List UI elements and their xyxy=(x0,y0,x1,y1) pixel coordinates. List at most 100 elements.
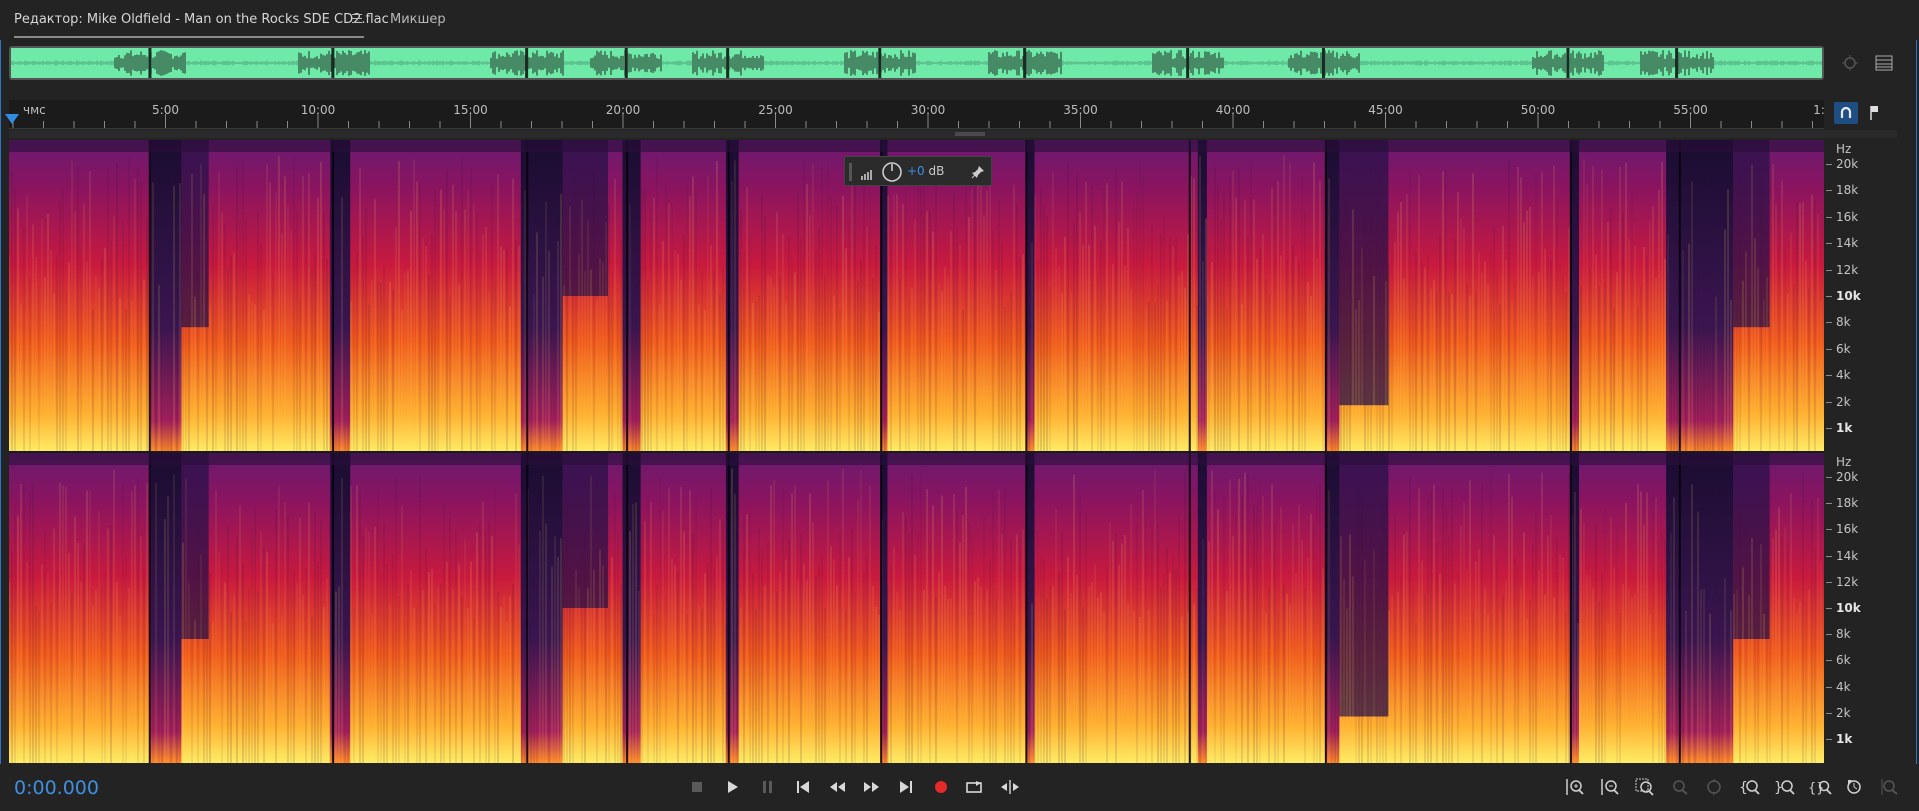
freq-tick xyxy=(1826,348,1832,350)
svg-text:{}: {} xyxy=(1808,781,1825,796)
zoom-out-full-icon[interactable]: {} xyxy=(1807,775,1833,799)
record-icon[interactable] xyxy=(928,775,954,799)
gain-hud[interactable]: +0 dB xyxy=(844,156,992,186)
overview-waveform xyxy=(11,48,1822,78)
freq-label: 2k xyxy=(1836,705,1851,720)
snap-icon[interactable] xyxy=(1834,102,1858,124)
freq-tick xyxy=(1826,529,1832,531)
freq-tick xyxy=(1826,503,1832,505)
freq-label: 14k xyxy=(1836,548,1859,563)
stop-icon[interactable] xyxy=(684,775,710,799)
scroll-grip[interactable] xyxy=(955,132,985,136)
ruler-tick-label: 10:00 xyxy=(300,103,336,117)
marker-icon[interactable] xyxy=(1862,102,1886,124)
freq-label: 6k xyxy=(1836,653,1851,668)
freq-label: 1k xyxy=(1836,421,1853,435)
freq-label: 12k xyxy=(1836,262,1859,277)
gain-unit: dB xyxy=(928,164,945,178)
freq-label: 18k xyxy=(1836,496,1859,511)
freq-label: 4k xyxy=(1836,679,1851,694)
freq-tick xyxy=(1826,322,1832,324)
zoom-out-time-icon[interactable] xyxy=(1877,775,1903,799)
freq-tick xyxy=(1826,608,1832,609)
ruler-tick-label: 45:00 xyxy=(1368,103,1403,117)
freq-label: 8k xyxy=(1836,627,1851,642)
ruler-tick-label: 20:00 xyxy=(605,103,641,117)
spectrogram-right xyxy=(9,453,1824,763)
waveform-overview[interactable] xyxy=(9,46,1824,80)
frequency-axis-right[interactable]: Hz 20k 18k 16k 14k 12k 10k 8k 6k 4k 2k 1k xyxy=(1826,453,1888,763)
ruler-tick-label: 30:00 xyxy=(910,103,946,117)
transport-bar: 0:00.000 { } {} xyxy=(0,764,1919,811)
horizontal-scrollbar[interactable] xyxy=(9,130,1897,138)
panel-menu-icon[interactable] xyxy=(352,14,362,24)
freq-label: 20k xyxy=(1836,157,1859,171)
ruler-tick-label: 25:00 xyxy=(758,103,793,117)
fast-forward-icon[interactable] xyxy=(858,775,884,799)
loop-icon[interactable] xyxy=(962,775,988,799)
go-to-start-icon[interactable] xyxy=(790,775,816,799)
panel-tabs: Редактор: Mike Oldfield - Man on the Roc… xyxy=(0,0,1919,40)
ruler-tick-label: 35:00 xyxy=(1063,103,1098,117)
freq-tick xyxy=(1826,660,1832,662)
freq-label: 20k xyxy=(1836,470,1859,484)
zoom-reset-icon[interactable] xyxy=(1632,775,1658,799)
freq-unit-label: Hz xyxy=(1836,142,1852,156)
freq-tick xyxy=(1826,686,1832,688)
freq-tick xyxy=(1826,555,1832,557)
active-tab-indicator xyxy=(14,36,364,38)
gain-knob-icon[interactable] xyxy=(881,161,903,183)
ruler-tick-label: 40:00 xyxy=(1215,103,1251,117)
zoom-nav-icon[interactable] xyxy=(1838,52,1862,74)
freq-label: 16k xyxy=(1836,209,1859,224)
play-icon[interactable] xyxy=(720,775,746,799)
freq-tick xyxy=(1826,296,1832,297)
freq-tick xyxy=(1826,164,1832,165)
freq-tick xyxy=(1826,739,1832,740)
zoom-out-left-icon[interactable]: { xyxy=(1737,775,1763,799)
pause-icon[interactable] xyxy=(755,775,781,799)
freq-unit-label: Hz xyxy=(1836,455,1852,469)
freq-label: 14k xyxy=(1836,236,1859,251)
tab-mixer[interactable]: Микшер xyxy=(390,12,446,27)
freq-tick xyxy=(1826,243,1832,245)
rewind-icon[interactable] xyxy=(825,775,851,799)
gain-value: +0 xyxy=(907,164,925,178)
zoom-out-amplitude-icon[interactable] xyxy=(1597,775,1623,799)
freq-label: 2k xyxy=(1836,394,1851,409)
freq-label: 18k xyxy=(1836,183,1859,198)
time-ruler[interactable]: чмс 5:00 10:00 15:00 20:00 25:00 30:00 35:00 40… xyxy=(9,100,1825,129)
current-time-display[interactable]: 0:00.000 xyxy=(14,777,99,799)
frequency-axis-left[interactable]: Hz 20k 18k 16k 14k 12k 10k 8k 6k 4k 2k 1k xyxy=(1826,140,1888,452)
ruler-tick-label: 50:00 xyxy=(1520,103,1556,117)
freq-label: 10k xyxy=(1836,601,1861,615)
ruler-tick-label: 1: xyxy=(1813,103,1825,117)
ruler-tick-label: 55:00 xyxy=(1673,103,1708,117)
skip-selection-icon[interactable] xyxy=(997,775,1023,799)
zoom-out-right-icon[interactable]: } xyxy=(1772,775,1798,799)
pin-icon[interactable] xyxy=(971,165,985,179)
ruler-tick-label: 15:00 xyxy=(453,103,488,117)
freq-tick xyxy=(1826,581,1832,583)
svg-text:{: { xyxy=(1739,780,1748,796)
freq-tick xyxy=(1826,269,1832,271)
gain-readout[interactable]: +0 dB xyxy=(907,164,944,178)
zoom-in-time-icon[interactable] xyxy=(1842,775,1868,799)
spectrogram-channel-right[interactable] xyxy=(9,453,1824,763)
go-to-end-icon[interactable] xyxy=(893,775,919,799)
zoom-selection-icon[interactable] xyxy=(1667,775,1693,799)
playhead-marker[interactable] xyxy=(5,114,19,124)
freq-label: 12k xyxy=(1836,574,1859,589)
svg-text:}: } xyxy=(1774,780,1783,796)
ruler-tick-label: 5:00 xyxy=(152,103,179,117)
spectrogram-channel-left[interactable] xyxy=(9,140,1824,452)
freq-tick xyxy=(1826,401,1832,403)
zoom-in-amplitude-icon[interactable] xyxy=(1562,775,1588,799)
freq-tick xyxy=(1826,428,1832,429)
tab-editor[interactable]: Редактор: Mike Oldfield - Man on the Roc… xyxy=(14,12,389,27)
freq-tick xyxy=(1826,712,1832,714)
overview-settings-icon[interactable] xyxy=(1872,52,1896,74)
spectrogram-left xyxy=(9,140,1824,452)
zoom-in-frequency-icon[interactable] xyxy=(1702,775,1728,799)
freq-tick xyxy=(1826,375,1832,377)
